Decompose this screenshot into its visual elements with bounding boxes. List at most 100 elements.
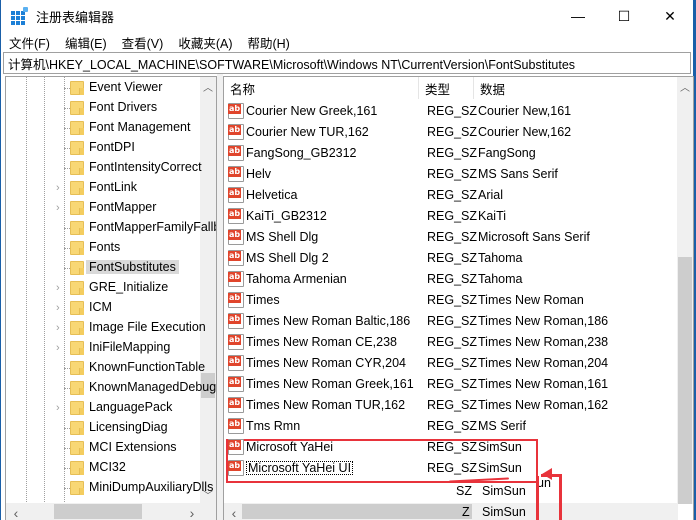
value-data: Courier New,162 [478, 124, 572, 139]
value-name: KaiTi_GB2312 [246, 208, 327, 223]
tree-item[interactable]: Font Drivers [6, 98, 202, 118]
menu-edit[interactable]: 编辑(E) [57, 33, 114, 52]
tree-item[interactable]: › FontMapper [6, 198, 202, 218]
value-row[interactable]: ab Helv REG_SZ MS Sans Serif [224, 163, 678, 184]
value-data: Tahoma [478, 271, 523, 286]
tree-item[interactable]: › ICM [6, 298, 202, 318]
value-name-cell: ab Helvetica [224, 186, 423, 203]
menu-file[interactable]: 文件(F) [1, 33, 57, 52]
tree-item[interactable]: KnownFunctionTable [6, 358, 205, 378]
expand-chevron-icon[interactable]: › [56, 302, 60, 314]
tree-item[interactable]: FontSubstitutes [6, 258, 202, 278]
list-vscroll-thumb[interactable] [678, 257, 692, 504]
value-name-cell: ab Times [224, 291, 423, 308]
address-bar[interactable]: 计算机\HKEY_LOCAL_MACHINE\SOFTWARE\Microsof… [3, 52, 691, 74]
value-row[interactable]: ab Courier New TUR,162 REG_SZ Courier New,1… [224, 121, 678, 142]
value-row[interactable]: ab Courier New Greek,161 REG_SZ Courier New… [224, 100, 678, 121]
folder-icon [70, 421, 84, 435]
tree-item[interactable]: KnownManagedDebugging [6, 378, 216, 398]
expand-chevron-icon[interactable]: › [56, 202, 60, 214]
scroll-left-icon[interactable]: ‹ [226, 505, 242, 520]
scroll-right-icon[interactable]: › [184, 505, 200, 520]
value-row[interactable]: ab MS Shell Dlg REG_SZ Microsoft Sans Serif [224, 226, 678, 247]
list-hscroll-thumb[interactable] [242, 504, 472, 519]
value-name-cell: ab Helv [224, 165, 423, 182]
list-vertical-scrollbar[interactable]: ︿ [677, 77, 693, 504]
value-data: SimSun [478, 439, 522, 454]
tree-vertical-scrollbar[interactable]: ︿ ﹀ [200, 77, 216, 504]
scroll-left-icon[interactable]: ‹ [8, 505, 24, 520]
tree-item[interactable]: › LanguagePack [6, 398, 202, 418]
expand-chevron-icon[interactable]: › [56, 322, 60, 334]
folder-icon [70, 281, 84, 295]
tree-item[interactable]: Fonts [6, 238, 202, 258]
value-row[interactable]: ab KaiTi_GB2312 REG_SZ KaiTi [224, 205, 678, 226]
tree-hscroll-thumb[interactable] [54, 504, 142, 519]
folder-icon [70, 261, 84, 275]
tree-item[interactable]: › FontLink [6, 178, 202, 198]
string-value-icon: ab [228, 396, 245, 413]
menu-help[interactable]: 帮助(H) [239, 33, 296, 52]
tree-item[interactable]: › GRE_Initialize [6, 278, 202, 298]
tree-item[interactable]: Event Viewer [6, 78, 202, 98]
tree-item[interactable]: FontDPI [6, 138, 202, 158]
tree-item[interactable]: MCI32 [6, 458, 202, 478]
tree-horizontal-scrollbar[interactable]: ‹ › [6, 503, 202, 520]
string-value-icon: ab [228, 270, 245, 287]
list-horizontal-scrollbar[interactable]: ‹ [224, 503, 678, 520]
tree-item[interactable]: Font Management [6, 118, 202, 138]
menu-favorites[interactable]: 收藏夹(A) [170, 33, 239, 52]
value-type: REG_SZ [427, 292, 478, 307]
tree-item[interactable]: FontMapperFamilyFallback [6, 218, 216, 238]
expand-chevron-icon[interactable]: › [56, 282, 60, 294]
value-type: REG_SZ [427, 208, 478, 223]
tree-item[interactable]: FontIntensityCorrect [6, 158, 202, 178]
folder-icon [70, 461, 84, 475]
string-value-icon: ab [228, 312, 245, 329]
menu-view[interactable]: 查看(V) [114, 33, 171, 52]
string-value-icon: ab [228, 102, 245, 119]
list-header: 名称 类型 数据 [224, 77, 678, 99]
column-header-data[interactable]: 数据 [474, 77, 678, 99]
tree-item[interactable]: › IniFileMapping [6, 338, 202, 358]
expand-chevron-icon[interactable]: › [56, 342, 60, 354]
folder-icon [70, 401, 84, 415]
maximize-button[interactable]: ☐ [601, 0, 647, 32]
value-row[interactable]: ab FangSong_GB2312 REG_SZ FangSong [224, 142, 678, 163]
column-header-name[interactable]: 名称 [224, 77, 419, 99]
expand-chevron-icon[interactable]: › [56, 182, 60, 194]
value-row[interactable]: ab Times New Roman Baltic,186 REG_SZ Times … [224, 310, 678, 331]
scroll-up-icon[interactable]: ︿ [677, 79, 693, 94]
value-type: REG_SZ [427, 103, 478, 118]
value-row[interactable]: ab Times New Roman CE,238 REG_SZ Times New … [224, 331, 678, 352]
string-value-icon: ab [228, 438, 245, 455]
value-row[interactable]: ab Tms Rmn REG_SZ MS Serif [224, 415, 678, 436]
tree-item[interactable]: › Image File Execution [6, 318, 206, 338]
tree-item-label: KnownFunctionTable [89, 360, 206, 374]
overlay-type-fragment: Z [462, 505, 470, 519]
column-header-type[interactable]: 类型 [419, 77, 474, 99]
value-data: MS Serif [478, 418, 526, 433]
value-row[interactable]: ab Microsoft YaHei UI REG_SZ SimSun [224, 457, 678, 478]
folder-icon [70, 81, 84, 95]
string-value-icon: ab [228, 123, 245, 140]
minimize-button[interactable]: — [555, 0, 601, 32]
string-value-icon: ab [228, 291, 245, 308]
value-row[interactable]: ab Helvetica REG_SZ Arial [224, 184, 678, 205]
value-row[interactable]: ab Microsoft YaHei REG_SZ SimSun [224, 436, 678, 457]
value-type: REG_SZ [427, 376, 478, 391]
value-row[interactable]: ab Tahoma Armenian REG_SZ Tahoma [224, 268, 678, 289]
expand-chevron-icon[interactable]: › [56, 402, 60, 414]
tree-item[interactable]: MiniDumpAuxiliaryDlls [6, 478, 213, 498]
value-row[interactable]: ab Times REG_SZ Times New Roman [224, 289, 678, 310]
tree-item[interactable]: MCI Extensions [6, 438, 202, 458]
tree-item[interactable]: LicensingDiag [6, 418, 202, 438]
close-button[interactable]: ✕ [647, 0, 693, 32]
value-row[interactable]: ab Times New Roman CYR,204 REG_SZ Times New… [224, 352, 678, 373]
scroll-up-icon[interactable]: ︿ [200, 79, 216, 94]
value-name: Tahoma Armenian [246, 271, 347, 286]
value-row[interactable]: ab Times New Roman Greek,161 REG_SZ Times N… [224, 373, 678, 394]
value-row[interactable]: ab Times New Roman TUR,162 REG_SZ Times New… [224, 394, 678, 415]
value-row[interactable]: ab MS Shell Dlg 2 REG_SZ Tahoma [224, 247, 678, 268]
value-name-cell: ab Tms Rmn [224, 417, 423, 434]
